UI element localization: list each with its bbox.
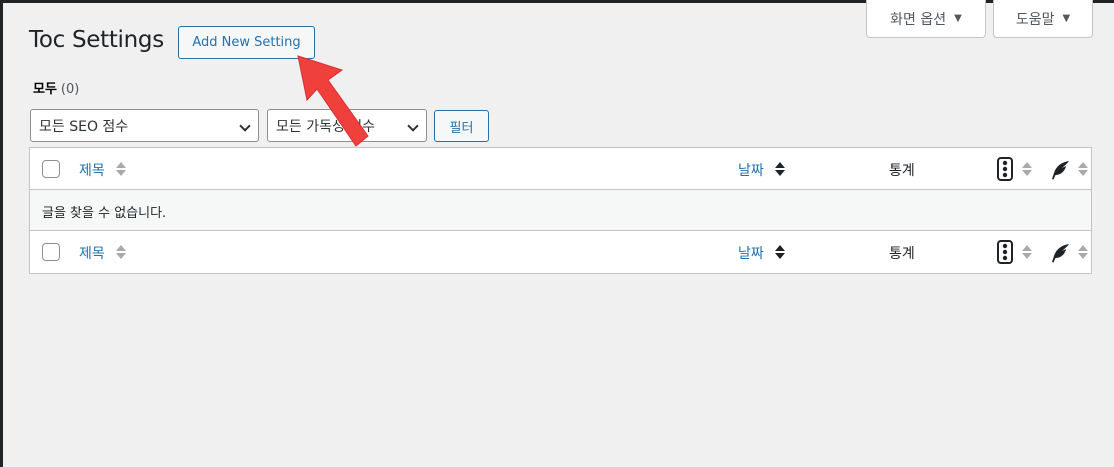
feather-icon[interactable]	[1050, 243, 1070, 263]
view-all-link[interactable]: 모두	[33, 82, 57, 97]
annotation-arrow-icon	[297, 55, 369, 147]
table-header-row: 제목 날짜 통계	[30, 148, 1091, 190]
help-label: 도움말	[1015, 11, 1055, 28]
caret-down-icon: ▼	[954, 13, 962, 24]
table-footer-row: 제목 날짜 통계	[30, 231, 1091, 273]
help-button[interactable]: 도움말 ▼	[993, 0, 1093, 38]
window-frame-left	[0, 0, 3, 467]
traffic-light-icon[interactable]	[997, 240, 1013, 264]
view-filter-links: 모두 (0)	[33, 78, 79, 97]
view-all-count: (0)	[60, 82, 80, 97]
chevron-down-icon	[239, 120, 251, 132]
chevron-down-icon	[407, 120, 419, 132]
feather-icon[interactable]	[1050, 160, 1070, 180]
traffic-light-icon[interactable]	[997, 157, 1013, 181]
column-date-header[interactable]: 날짜	[738, 160, 764, 180]
filter-button[interactable]: 필터	[434, 110, 489, 142]
no-posts-message: 글을 찾을 수 없습니다.	[42, 206, 167, 221]
column-title-header[interactable]: 제목	[79, 160, 105, 180]
screen-options-button[interactable]: 화면 옵션 ▼	[866, 0, 986, 38]
column-stats-header: 통계	[889, 163, 915, 179]
sort-icon[interactable]	[116, 160, 126, 178]
seo-score-select[interactable]: 모든 SEO 점수	[30, 109, 259, 142]
page-title: Toc Settings	[29, 27, 164, 53]
sort-icon[interactable]	[1022, 243, 1032, 261]
sort-desc-icon[interactable]	[775, 160, 785, 178]
select-all-checkbox-footer[interactable]	[42, 243, 60, 261]
select-all-checkbox[interactable]	[42, 160, 60, 178]
column-date-footer[interactable]: 날짜	[738, 243, 764, 263]
posts-table: 제목 날짜 통계 글을 찾을 수 없습니다. 제목 날짜 통계	[29, 147, 1092, 274]
caret-down-icon: ▼	[1062, 13, 1071, 24]
column-title-footer[interactable]: 제목	[79, 243, 105, 263]
screen-options-label: 화면 옵션	[890, 11, 947, 28]
sort-desc-icon[interactable]	[775, 243, 785, 261]
sort-icon[interactable]	[1078, 243, 1088, 261]
column-stats-footer: 통계	[889, 246, 915, 262]
table-row-empty: 글을 찾을 수 없습니다.	[30, 190, 1091, 231]
sort-icon[interactable]	[116, 243, 126, 261]
sort-icon[interactable]	[1022, 160, 1032, 178]
sort-icon[interactable]	[1078, 160, 1088, 178]
seo-score-select-value: 모든 SEO 점수	[39, 118, 129, 135]
